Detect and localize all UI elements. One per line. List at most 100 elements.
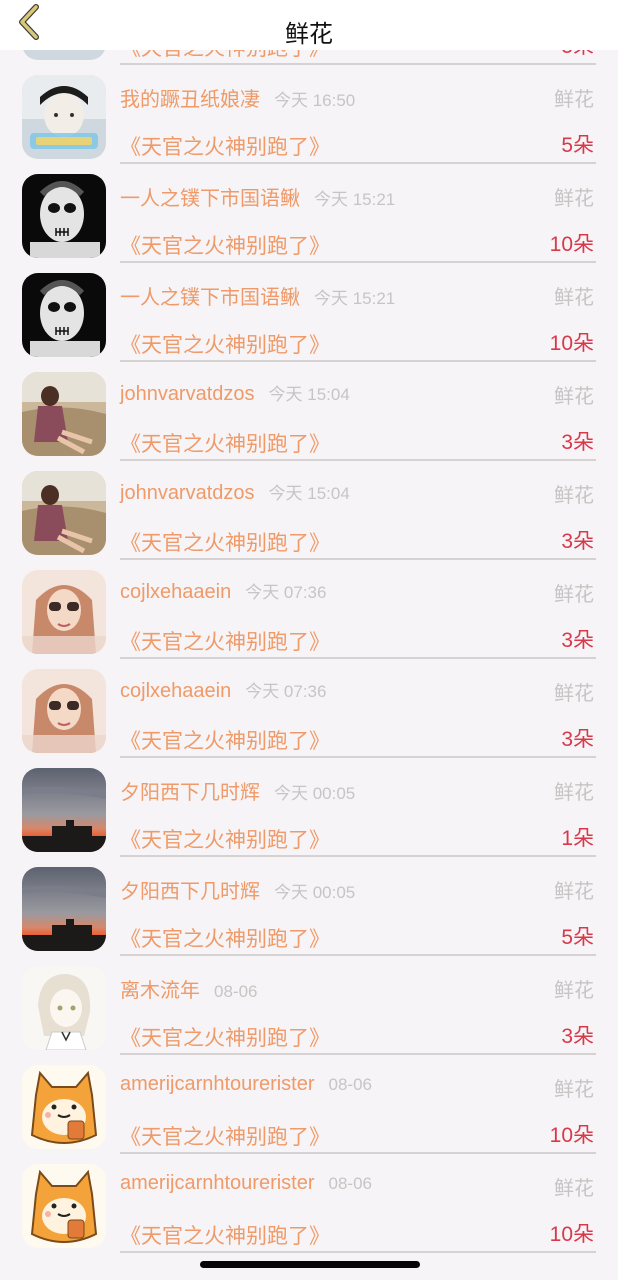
avatar[interactable] (22, 273, 106, 357)
avatar[interactable] (22, 372, 106, 456)
flower-count: 3朵 (561, 629, 594, 652)
divider (120, 1251, 596, 1253)
avatar-image (22, 372, 106, 456)
flower-count: 10朵 (549, 233, 594, 256)
list-item[interactable]: amerijcarnhtourerister 08-06 鲜花 《天官之火神别跑了… (0, 1057, 618, 1156)
divider (120, 1053, 596, 1055)
avatar[interactable] (22, 867, 106, 951)
sender-name-text: 夕阳西下几时辉 (120, 782, 260, 804)
send-time: 今天 00:05 (274, 883, 356, 902)
divider (120, 63, 596, 65)
sender-name[interactable]: amerijcarnhtourerister 08-06 (120, 1172, 372, 1195)
avatar-image (22, 669, 106, 753)
list-item[interactable]: johnvarvatdzos 今天 15:04 鲜花 《天官之火神别跑了》 3朵 (0, 463, 618, 562)
list-item[interactable]: 离木流年 08-06 鲜花 《天官之火神别跑了》 3朵 (0, 958, 618, 1057)
book-title-link[interactable]: 《天官之火神别跑了》 (120, 131, 330, 161)
page-title: 鲜花 (285, 21, 333, 48)
sender-name-text: amerijcarnhtourerister (120, 1172, 315, 1194)
gift-type-label: 鲜花 (554, 1079, 594, 1101)
sender-name-text: johnvarvatdzos (120, 482, 255, 504)
sender-name[interactable]: amerijcarnhtourerister 08-06 (120, 1073, 372, 1096)
list-item[interactable]: cojlxehaaein 今天 07:36 鲜花 《天官之火神别跑了》 3朵 (0, 562, 618, 661)
divider (120, 657, 596, 659)
avatar-image (22, 75, 106, 159)
book-title-link[interactable]: 《天官之火神别跑了》 (120, 1121, 330, 1151)
avatar[interactable] (22, 966, 106, 1050)
list-item[interactable]: 夕阳西下几时辉 今天 00:05 鲜花 《天官之火神别跑了》 5朵 (0, 859, 618, 958)
gift-type-label: 鲜花 (554, 89, 594, 111)
send-time: 08-06 (328, 1075, 372, 1094)
avatar-image (22, 1164, 106, 1248)
list-item[interactable]: amerijcarnhtourerister 08-06 鲜花 《天官之火神别跑了… (0, 1156, 618, 1255)
list-item[interactable]: 我的蹶丑纸娘凄 今天 16:50 鲜花 《天官之火神别跑了》 5朵 (0, 67, 618, 166)
sender-name-text: cojlxehaaein (120, 680, 232, 702)
book-title-link[interactable]: 《天官之火神别跑了》 (120, 230, 330, 260)
gift-type-label: 鲜花 (554, 485, 594, 507)
sender-name[interactable]: 夕阳西下几时辉 今天 00:05 (120, 875, 355, 904)
list-item[interactable]: cojlxehaaein 今天 07:36 鲜花 《天官之火神别跑了》 3朵 (0, 661, 618, 760)
sender-name-text: 离木流年 (120, 980, 200, 1002)
gift-type-label: 鲜花 (554, 287, 594, 309)
send-time: 今天 00:05 (274, 784, 356, 803)
avatar[interactable] (22, 1065, 106, 1149)
avatar[interactable] (22, 768, 106, 852)
gift-type-label: 鲜花 (554, 188, 594, 210)
avatar-image (22, 471, 106, 555)
book-title-link[interactable]: 《天官之火神别跑了》 (120, 1022, 330, 1052)
avatar[interactable] (22, 669, 106, 753)
sender-name[interactable]: johnvarvatdzos 今天 15:04 (120, 479, 350, 505)
flower-count: 5朵 (561, 926, 594, 949)
flower-count: 3朵 (561, 728, 594, 751)
flower-count: 3朵 (561, 1025, 594, 1048)
flower-count: 10朵 (549, 332, 594, 355)
send-time: 今天 16:50 (274, 91, 356, 110)
book-title-link[interactable]: 《天官之火神别跑了》 (120, 527, 330, 557)
sender-name[interactable]: johnvarvatdzos 今天 15:04 (120, 380, 350, 406)
sender-name[interactable]: 一人之镤下市国语鳅 今天 15:21 (120, 281, 395, 310)
sender-name-text: 一人之镤下市国语鳅 (120, 188, 300, 210)
avatar[interactable] (22, 471, 106, 555)
sender-name[interactable]: 离木流年 08-06 (120, 974, 257, 1003)
book-title-link[interactable]: 《天官之火神别跑了》 (120, 329, 330, 359)
sender-name[interactable]: cojlxehaaein 今天 07:36 (120, 578, 326, 604)
avatar-image (22, 768, 106, 852)
gift-type-label: 鲜花 (554, 1178, 594, 1200)
sender-name[interactable]: 一人之镤下市国语鳅 今天 15:21 (120, 182, 395, 211)
sender-name-text: 夕阳西下几时辉 (120, 881, 260, 903)
send-time: 今天 15:21 (314, 289, 396, 308)
list-item[interactable]: 夕阳西下几时辉 今天 00:05 鲜花 《天官之火神别跑了》 1朵 (0, 760, 618, 859)
flower-count: 3朵 (561, 431, 594, 454)
list-item[interactable]: 一人之镤下市国语鳅 今天 15:21 鲜花 《天官之火神别跑了》 10朵 (0, 265, 618, 364)
sender-name[interactable]: 我的蹶丑纸娘凄 今天 16:50 (120, 83, 355, 112)
gift-type-label: 鲜花 (554, 881, 594, 903)
divider (120, 558, 596, 560)
send-time: 今天 15:21 (314, 190, 396, 209)
send-time: 08-06 (328, 1174, 372, 1193)
avatar-image (22, 867, 106, 951)
avatar[interactable] (22, 75, 106, 159)
book-title-link[interactable]: 《天官之火神别跑了》 (120, 626, 330, 656)
sender-name-text: johnvarvatdzos (120, 383, 255, 405)
divider (120, 162, 596, 164)
avatar-image (22, 570, 106, 654)
gift-record-list[interactable]: 《天官之火神别跑了》 5朵 我的蹶丑纸娘凄今天 16:50 鲜花 《天官之火神别… (0, 0, 618, 1255)
flower-count: 10朵 (549, 1124, 594, 1147)
book-title-link[interactable]: 《天官之火神别跑了》 (120, 1220, 330, 1250)
avatar[interactable] (22, 570, 106, 654)
gift-type-label: 鲜花 (554, 683, 594, 705)
book-title-link[interactable]: 《天官之火神别跑了》 (120, 923, 330, 953)
send-time: 今天 15:04 (268, 385, 350, 404)
sender-name-text: cojlxehaaein (120, 581, 232, 603)
book-title-link[interactable]: 《天官之火神别跑了》 (120, 725, 330, 755)
book-title-link[interactable]: 《天官之火神别跑了》 (120, 428, 330, 458)
home-indicator[interactable] (200, 1261, 420, 1268)
list-item[interactable]: 一人之镤下市国语鳅 今天 15:21 鲜花 《天官之火神别跑了》 10朵 (0, 166, 618, 265)
avatar[interactable] (22, 1164, 106, 1248)
avatar-image (22, 966, 106, 1050)
send-time: 今天 07:36 (245, 682, 327, 701)
avatar[interactable] (22, 174, 106, 258)
list-item[interactable]: johnvarvatdzos 今天 15:04 鲜花 《天官之火神别跑了》 3朵 (0, 364, 618, 463)
sender-name[interactable]: cojlxehaaein 今天 07:36 (120, 677, 326, 703)
sender-name[interactable]: 夕阳西下几时辉 今天 00:05 (120, 776, 355, 805)
book-title-link[interactable]: 《天官之火神别跑了》 (120, 824, 330, 854)
